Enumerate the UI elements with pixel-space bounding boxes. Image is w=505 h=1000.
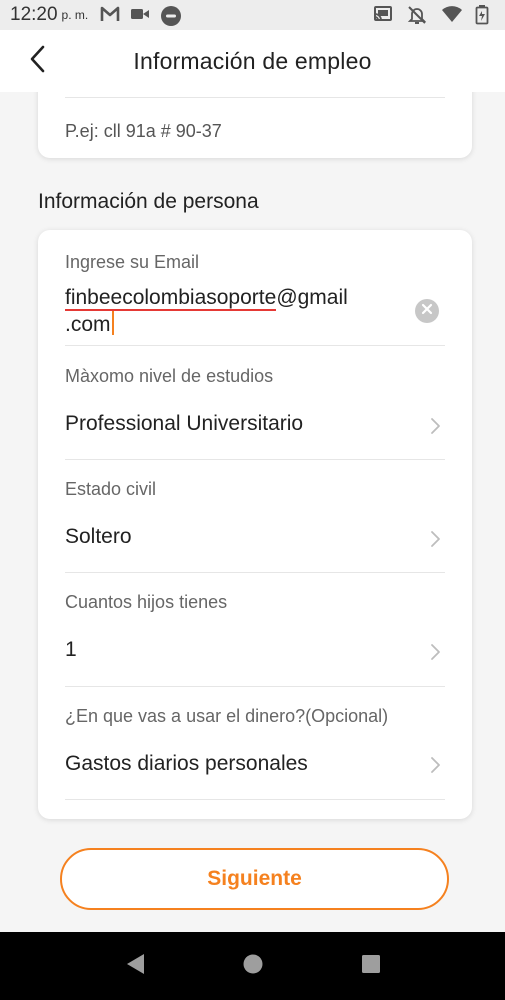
back-icon[interactable] [124,952,146,981]
status-bar: 12:20 p. m. [0,0,505,30]
status-time: 12:20 [10,4,58,25]
address-card: P.ej: cll 91a # 90-37 [38,92,472,158]
status-ampm: p. m. [61,8,89,22]
back-button[interactable] [20,44,54,78]
education-label: Màxomo nivel de estudios [65,366,274,386]
divider [65,97,445,98]
bell-off-icon [407,5,427,25]
person-info-card: Ingrese su Email finbeecolombiasoporte@g… [38,230,472,819]
form-content[interactable]: P.ej: cll 91a # 90-37 Información de per… [0,92,505,932]
email-value-part3: .com [65,313,111,336]
divider [65,686,445,687]
money-use-label: ¿En que vas a usar el dinero?(Opcional) [65,706,389,726]
chevron-right-icon [428,529,442,549]
email-value-part2: @gmail [276,286,348,309]
video-icon [130,5,150,25]
home-icon[interactable] [242,953,264,980]
civil-status-label: Estado civil [65,479,157,499]
email-label: Ingrese su Email [65,252,445,273]
recents-icon[interactable] [360,953,382,980]
divider [65,345,445,346]
navigation-bar [0,932,505,1000]
page-title: Información de empleo [133,47,372,74]
divider [65,799,445,800]
close-icon [421,302,433,320]
cast-icon [373,5,393,25]
wifi-icon [441,5,462,25]
chevron-right-icon [428,642,442,662]
chevron-right-icon [428,416,442,436]
record-icon [160,5,182,26]
chevron-right-icon [428,755,442,775]
app-header: Información de empleo [0,30,505,92]
education-field[interactable]: Màxomo nivel de estudios Professional Un… [65,366,445,436]
money-use-value: Gastos diarios personales [65,752,308,775]
text-caret [111,311,114,335]
civil-status-value: Soltero [65,525,132,548]
section-title: Información de persona [38,190,259,213]
children-field[interactable]: Cuantos hijos tienes 1 [65,592,445,662]
clear-email-button[interactable] [415,299,439,323]
email-field[interactable]: finbeecolombiasoporte@gmail .com [65,284,385,338]
education-value: Professional Universitario [65,412,304,435]
battery-icon [475,5,495,25]
gmail-icon [100,5,120,25]
address-input[interactable]: P.ej: cll 91a # 90-37 [65,121,222,142]
email-value-part1: finbeecolombiasoporte [65,286,277,311]
children-value: 1 [65,638,77,661]
children-label: Cuantos hijos tienes [65,592,228,612]
next-button[interactable]: Siguiente [60,848,449,910]
civil-status-field[interactable]: Estado civil Soltero [65,479,445,549]
divider [65,459,445,460]
divider [65,572,445,573]
email-label-text: Ingrese su Email [65,252,200,272]
chevron-left-icon [29,45,45,78]
money-use-field[interactable]: ¿En que vas a usar el dinero?(Opcional) … [65,706,445,776]
